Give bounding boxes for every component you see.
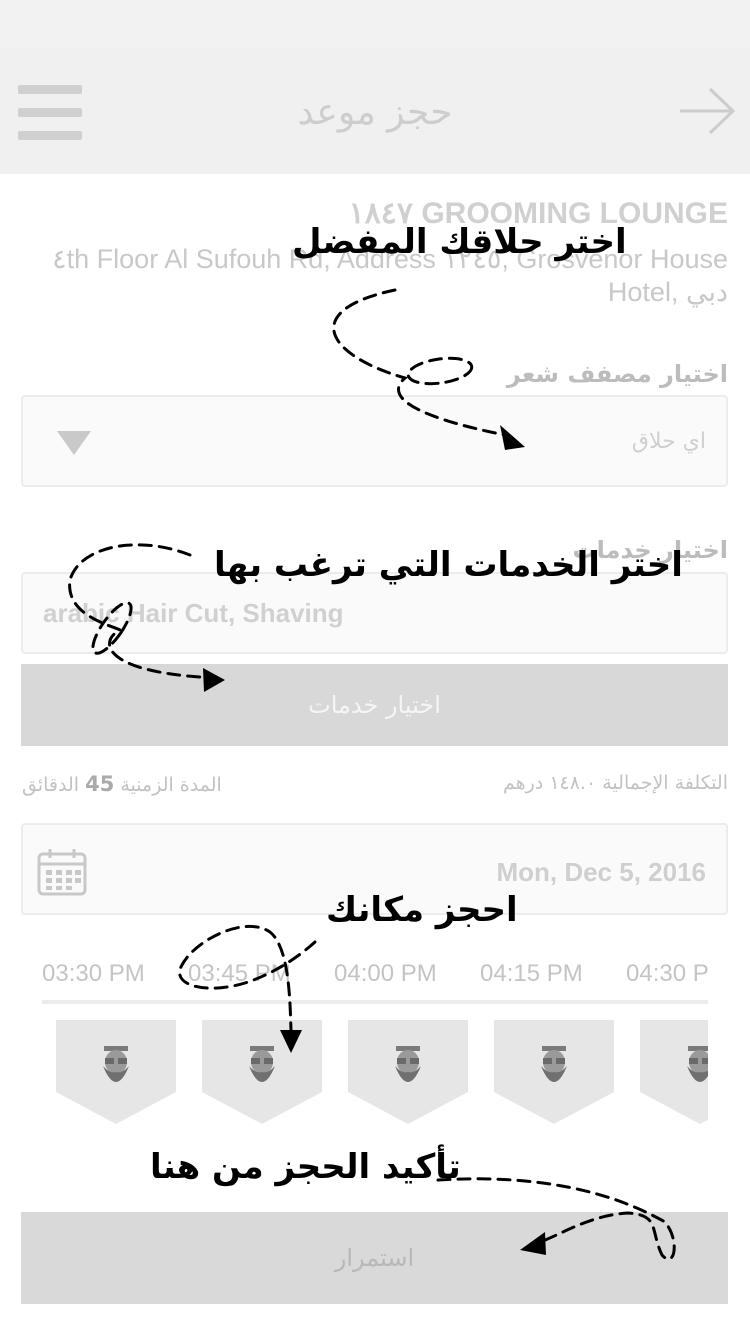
annotation-confirm-booking: تأكيد الحجز من هنا (150, 1147, 461, 1187)
annotation-choose-barber: اختر حلاقك المفضل (292, 222, 627, 262)
annotation-arrows (68, 288, 676, 1261)
annotation-choose-services: اختر الخدمات التي ترغب بها (214, 545, 683, 585)
annotation-book-spot: احجز مكانك (326, 890, 518, 930)
